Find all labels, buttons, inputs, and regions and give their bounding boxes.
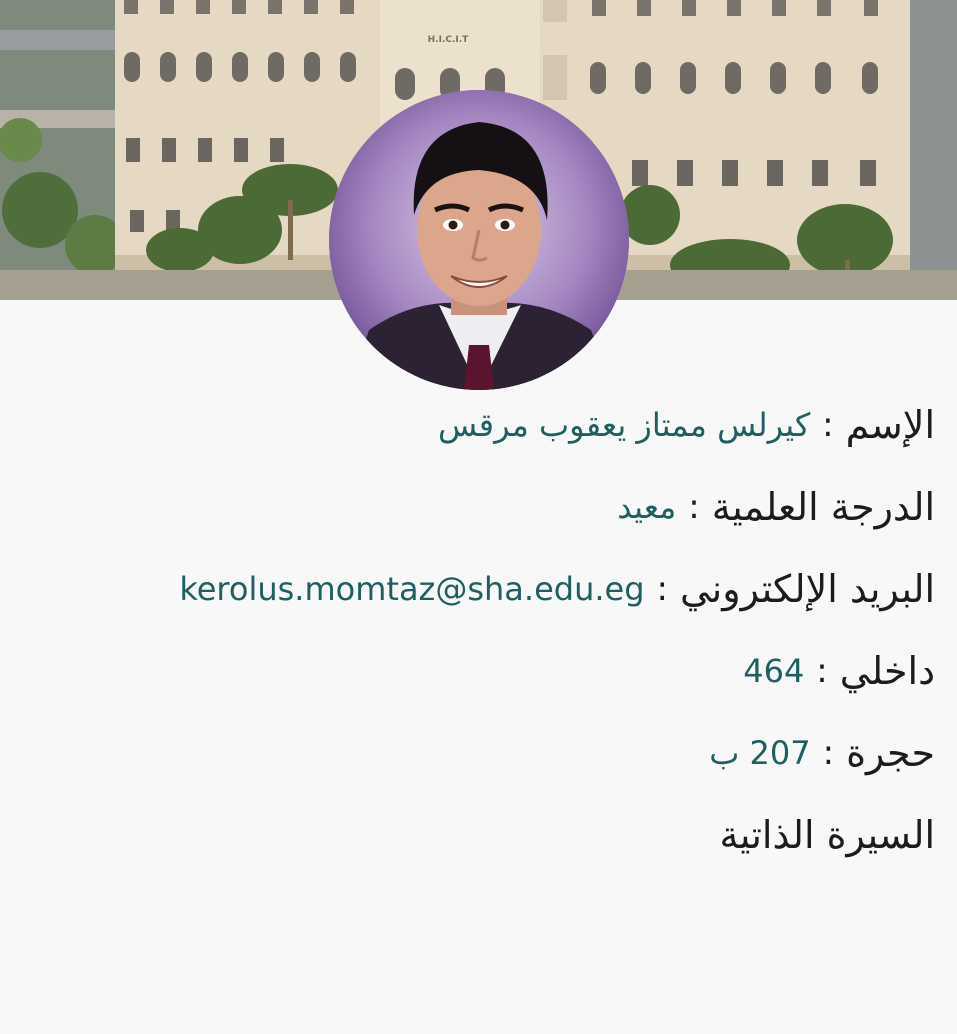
room-separator: : — [822, 733, 835, 773]
email-separator: : — [656, 569, 668, 609]
degree-label: الدرجة العلمية — [711, 485, 935, 529]
email-label: البريد الإلكتروني — [680, 567, 935, 611]
extension-value: 464 — [743, 652, 805, 690]
name-separator: : — [822, 405, 834, 445]
building-sign-text: H.I.C.I.T — [428, 35, 470, 45]
field-name: الإسم : كيرلس ممتاز يعقوب مرقس — [35, 403, 935, 447]
room-value: 207 ب — [709, 734, 811, 772]
extension-separator: : — [816, 651, 828, 691]
degree-value: معيد — [617, 488, 677, 526]
email-value[interactable]: kerolus.momtaz@sha.edu.eg — [179, 570, 644, 608]
field-extension: داخلي : 464 — [35, 649, 935, 693]
profile-info: الإسم : كيرلس ممتاز يعقوب مرقس الدرجة ال… — [35, 403, 935, 897]
avatar — [329, 90, 629, 390]
extension-label: داخلي — [839, 649, 935, 693]
name-value: كيرلس ممتاز يعقوب مرقس — [437, 406, 811, 444]
field-email: البريد الإلكتروني : kerolus.momtaz@sha.e… — [35, 567, 935, 611]
degree-separator: : — [688, 487, 700, 527]
field-degree: الدرجة العلمية : معيد — [35, 485, 935, 529]
name-label: الإسم — [845, 403, 935, 447]
room-label: حجرة — [846, 731, 935, 775]
cv-link[interactable]: السيرة الذاتية — [719, 813, 935, 857]
staff-profile-card: H.I.C.I.T الإسم: كيرلس ممتاز يعقوب مرقس… — [0, 0, 957, 1034]
cv-row: السيرة الذاتية — [35, 813, 935, 857]
profile-photo — [329, 90, 629, 390]
field-room: حجرة : 207 ب — [35, 731, 935, 775]
